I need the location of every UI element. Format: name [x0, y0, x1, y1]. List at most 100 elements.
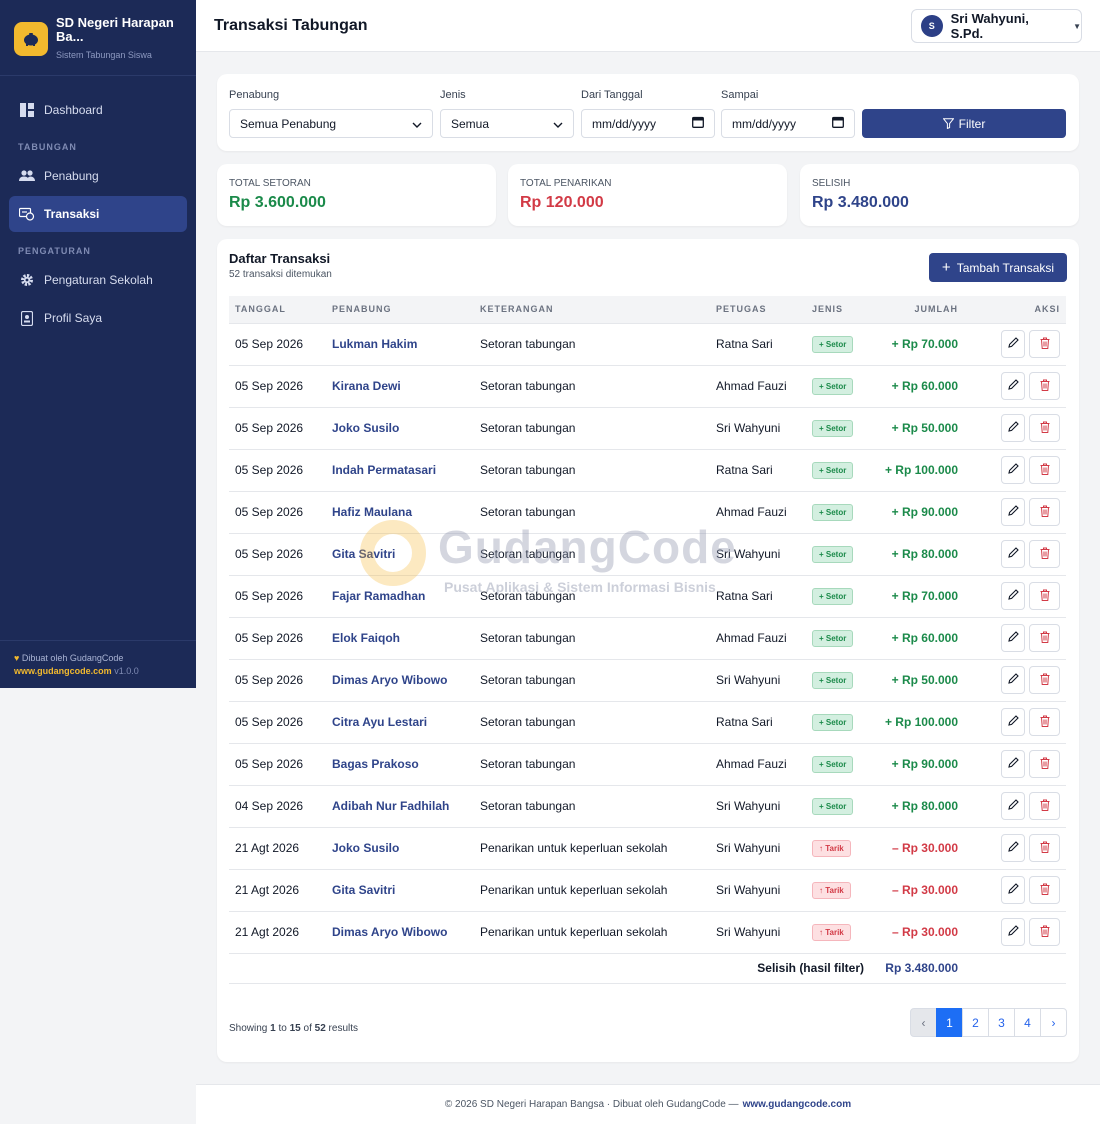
- trash-icon: [1040, 883, 1050, 898]
- sidebar-item-dashboard[interactable]: Dashboard: [9, 92, 187, 128]
- edit-button[interactable]: [1001, 540, 1025, 568]
- cell-keterangan: Setoran tabungan: [474, 785, 710, 828]
- jenis-select[interactable]: Semua: [440, 109, 574, 138]
- cell-penabung-link[interactable]: Dimas Aryo Wibowo: [326, 911, 474, 954]
- cell-penabung-link[interactable]: Lukman Hakim: [326, 323, 474, 366]
- page-3-button[interactable]: 3: [988, 1008, 1015, 1037]
- table-row: 21 Agt 2026 Dimas Aryo Wibowo Penarikan un…: [229, 911, 1066, 954]
- delete-button[interactable]: [1029, 792, 1060, 820]
- cell-penabung-link[interactable]: Indah Permatasari: [326, 449, 474, 492]
- edit-button[interactable]: [1001, 750, 1025, 778]
- page-prev-button[interactable]: ‹: [910, 1008, 937, 1037]
- delete-button[interactable]: [1029, 498, 1060, 526]
- cell-penabung-link[interactable]: Joko Susilo: [326, 827, 474, 870]
- edit-button[interactable]: [1001, 498, 1025, 526]
- filter-panel: Penabung Semua Penabung Jenis Semua Dari…: [217, 74, 1079, 151]
- edit-button[interactable]: [1001, 918, 1025, 946]
- page-1-button[interactable]: 1: [936, 1008, 963, 1037]
- edit-button[interactable]: [1001, 330, 1025, 358]
- sidebar-item-transaksi[interactable]: Transaksi: [9, 196, 187, 232]
- cell-petugas: Ratna Sari: [710, 701, 806, 744]
- sidebar-item-pengaturan-sekolah[interactable]: Pengaturan Sekolah: [9, 262, 187, 298]
- col-tanggal[interactable]: TANGGAL: [229, 296, 326, 324]
- footer-link[interactable]: www.gudangcode.com: [743, 1099, 852, 1110]
- cell-petugas: Sri Wahyuni: [710, 785, 806, 828]
- trash-icon: [1040, 841, 1050, 856]
- edit-button[interactable]: [1001, 624, 1025, 652]
- dashboard-icon: [19, 102, 35, 118]
- site-link[interactable]: www.gudangcode.com: [14, 666, 112, 676]
- summary-row: Selisih (hasil filter) Rp 3.480.000: [229, 953, 1066, 984]
- trash-icon: [1040, 925, 1050, 940]
- delete-button[interactable]: [1029, 624, 1060, 652]
- delete-button[interactable]: [1029, 834, 1060, 862]
- edit-button[interactable]: [1001, 456, 1025, 484]
- filter-button[interactable]: Filter: [862, 109, 1066, 138]
- delete-button[interactable]: [1029, 330, 1060, 358]
- cell-date: 05 Sep 2026: [229, 701, 326, 744]
- col-jenis[interactable]: JENIS: [806, 296, 876, 324]
- cell-penabung-link[interactable]: Joko Susilo: [326, 407, 474, 450]
- delete-button[interactable]: [1029, 582, 1060, 610]
- cell-penabung-link[interactable]: Fajar Ramadhan: [326, 575, 474, 618]
- edit-button[interactable]: [1001, 666, 1025, 694]
- delete-button[interactable]: [1029, 666, 1060, 694]
- add-transaction-button[interactable]: + Tambah Transaksi: [929, 253, 1067, 282]
- caret-down-icon: ▼: [1073, 21, 1081, 31]
- col-penabung[interactable]: PENABUNG: [326, 296, 474, 324]
- page-next-button[interactable]: ›: [1040, 1008, 1067, 1037]
- edit-button[interactable]: [1001, 582, 1025, 610]
- cell-penabung-link[interactable]: Elok Faiqoh: [326, 617, 474, 660]
- cell-petugas: Ahmad Fauzi: [710, 491, 806, 534]
- delete-button[interactable]: [1029, 876, 1060, 904]
- sampai-input[interactable]: mm/dd/yyyy: [721, 109, 855, 138]
- brand[interactable]: SD Negeri Harapan Ba... Sistem Tabungan …: [0, 0, 196, 76]
- cell-penabung-link[interactable]: Dimas Aryo Wibowo: [326, 659, 474, 702]
- sidebar-item-profil[interactable]: Profil Saya: [9, 300, 187, 336]
- cell-penabung-link[interactable]: Hafiz Maulana: [326, 491, 474, 534]
- chevron-down-icon: [412, 117, 422, 131]
- delete-button[interactable]: [1029, 918, 1060, 946]
- cell-penabung-link[interactable]: Bagas Prakoso: [326, 743, 474, 786]
- edit-button[interactable]: [1001, 372, 1025, 400]
- col-jumlah[interactable]: JUMLAH: [876, 296, 964, 324]
- edit-button[interactable]: [1001, 876, 1025, 904]
- trash-icon: [1040, 421, 1050, 436]
- delete-button[interactable]: [1029, 372, 1060, 400]
- summary-value: Rp 3.480.000: [876, 953, 964, 984]
- pencil-icon: [1007, 337, 1019, 351]
- table-row: 05 Sep 2026 Hafiz Maulana Setoran tabungan…: [229, 491, 1066, 534]
- page-4-button[interactable]: 4: [1014, 1008, 1041, 1037]
- stat-label: TOTAL SETORAN: [229, 178, 311, 189]
- col-keterangan[interactable]: KETERANGAN: [474, 296, 710, 324]
- table-header-row: TANGGAL PENABUNG KETERANGAN PETUGAS JENI…: [229, 296, 1066, 324]
- cell-penabung-link[interactable]: Gita Savitri: [326, 533, 474, 576]
- cell-penabung-link[interactable]: Citra Ayu Lestari: [326, 701, 474, 744]
- sidebar-item-penabung[interactable]: Penabung: [9, 158, 187, 194]
- user-menu-button[interactable]: S Sri Wahyuni, S.Pd. ▼: [911, 9, 1082, 43]
- pencil-icon: [1007, 463, 1019, 477]
- delete-button[interactable]: [1029, 414, 1060, 442]
- cell-keterangan: Setoran tabungan: [474, 323, 710, 366]
- delete-button[interactable]: [1029, 540, 1060, 568]
- page-title: Transaksi Tabungan: [214, 17, 368, 34]
- edit-button[interactable]: [1001, 792, 1025, 820]
- cell-penabung-link[interactable]: Kirana Dewi: [326, 365, 474, 408]
- pagination-info: Showing 1 to 15 of 52 results: [229, 1023, 358, 1034]
- cell-penabung-link[interactable]: Gita Savitri: [326, 869, 474, 912]
- cell-amount: – Rp 30.000: [876, 869, 964, 912]
- edit-button[interactable]: [1001, 414, 1025, 442]
- penabung-select[interactable]: Semua Penabung: [229, 109, 433, 138]
- dari-tanggal-input[interactable]: mm/dd/yyyy: [581, 109, 715, 138]
- pencil-icon: [1007, 631, 1019, 645]
- delete-button[interactable]: [1029, 750, 1060, 778]
- delete-button[interactable]: [1029, 708, 1060, 736]
- delete-button[interactable]: [1029, 456, 1060, 484]
- col-petugas[interactable]: PETUGAS: [710, 296, 806, 324]
- edit-button[interactable]: [1001, 834, 1025, 862]
- edit-button[interactable]: [1001, 708, 1025, 736]
- cell-amount: + Rp 70.000: [876, 323, 964, 366]
- table-row: 05 Sep 2026 Lukman Hakim Setoran tabungan R…: [229, 323, 1066, 366]
- page-2-button[interactable]: 2: [962, 1008, 989, 1037]
- cell-penabung-link[interactable]: Adibah Nur Fadhilah: [326, 785, 474, 828]
